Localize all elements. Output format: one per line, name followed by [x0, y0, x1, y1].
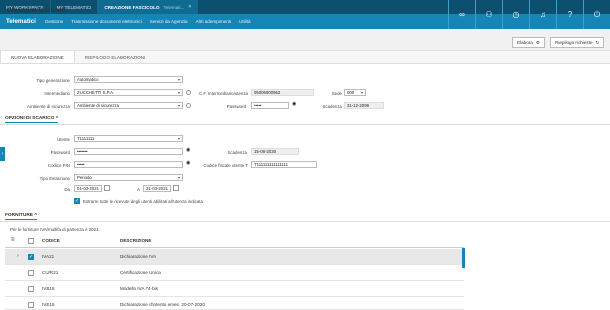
- history-icon[interactable]: ◷: [502, 0, 529, 29]
- utente-label: Utente: [57, 137, 70, 142]
- cf-intermediario-label: C.F. Intermediario/utenza: [198, 91, 248, 96]
- page-title: Creazione fascicolo: [7, 7, 66, 14]
- subtabs: NUOVA ELABORAZIONE RIEPILOGO ELABORAZION…: [0, 51, 610, 64]
- a-label: A: [137, 187, 140, 192]
- row-checkbox[interactable]: [28, 270, 34, 276]
- logout-icon[interactable]: ⏻: [583, 0, 610, 29]
- intermediario-label: Intermediario: [44, 91, 70, 96]
- ambiente-radio[interactable]: [186, 103, 191, 108]
- bell-icon[interactable]: ♫: [529, 0, 556, 29]
- row-checkbox[interactable]: [28, 302, 34, 308]
- tipo-estrazione-select[interactable]: Periodo ▾: [74, 174, 183, 181]
- header-icons: ∞ ⚇ ◷ ♫ ? ⏻: [448, 0, 610, 29]
- eye-icon[interactable]: ◉: [186, 160, 190, 166]
- ambiente-select[interactable]: Ambiente di sicurezza ▾: [74, 102, 183, 109]
- sede-label: Sede: [331, 91, 342, 96]
- chevron-down-icon: ▾: [360, 90, 363, 95]
- col-codice[interactable]: CODICE: [42, 238, 60, 243]
- refresh-icon: ↻: [595, 39, 600, 45]
- estrarre-checkbox[interactable]: ✓: [74, 198, 80, 204]
- password-label: Password: [226, 104, 246, 109]
- forniture-section-title[interactable]: FORNITURE ^: [5, 213, 38, 220]
- menu-icon[interactable]: ≡: [11, 237, 15, 243]
- link-icon[interactable]: ∞: [448, 0, 475, 29]
- ambiente-label: Ambiente di sicurezza: [27, 104, 70, 109]
- pin-field[interactable]: •••••: [74, 161, 183, 168]
- cf-intermediario-field: 05006900962: [251, 89, 314, 96]
- chevron-down-icon: ▾: [177, 103, 180, 108]
- pin-label: Codice PIN: [47, 163, 70, 168]
- tipo-estrazione-label: Tipo Estrazione: [39, 176, 70, 181]
- cf-utente-field[interactable]: T111111111111111: [251, 161, 317, 168]
- nav-trasmissione[interactable]: Trasmissione documenti elettronici: [67, 19, 146, 24]
- opz-password-field[interactable]: •••••••: [74, 148, 183, 155]
- chevron-down-icon: ▾: [177, 77, 180, 82]
- gear-icon: ⚙: [535, 39, 540, 45]
- close-icon[interactable]: ×: [188, 4, 191, 10]
- forniture-note: Per le forniture IVA/multifa di partenza…: [10, 227, 99, 232]
- app-brand: Telematici: [6, 18, 36, 25]
- table-header: ≡ CODICE DESCRIZIONE: [5, 233, 464, 248]
- row-checkbox[interactable]: [28, 286, 34, 292]
- help-icon[interactable]: ?: [556, 0, 583, 29]
- scadenza-label: Scadenza: [322, 104, 342, 109]
- scadenza-field: 31-12-2099: [344, 102, 384, 109]
- table-row[interactable]: IVE15 Dichiarazione d'intento emes. 20-0…: [5, 297, 464, 310]
- side-toggle-button[interactable]: ›: [0, 147, 5, 161]
- tab-creazione-fascicolo[interactable]: CREAZIONE FASCICOLO Telemati... ×: [98, 0, 199, 14]
- tab-nuova-elaborazione[interactable]: NUOVA ELABORAZIONE: [0, 51, 75, 63]
- elabora-button[interactable]: Elabora ⚙: [512, 37, 545, 48]
- tipo-generazione-label: Tipo generazione: [36, 78, 70, 83]
- utente-select[interactable]: T1111111 ▾: [74, 135, 183, 142]
- eye-icon[interactable]: ◉: [186, 147, 190, 153]
- tipo-generazione-select[interactable]: Automatico ▾: [74, 76, 183, 83]
- nav-utilita[interactable]: Utilità: [235, 19, 255, 24]
- da-label: Da: [64, 187, 70, 192]
- riepilogo-richieste-button[interactable]: Riepilogo richieste ↻: [550, 37, 605, 48]
- chevron-up-icon: ^: [34, 213, 38, 218]
- estrarre-label: Estrarre tutte le ricevute degli utenti …: [83, 199, 203, 204]
- a-date-field[interactable]: 31-03-2021: [143, 185, 171, 192]
- nav-gestione[interactable]: Gestione: [41, 19, 67, 24]
- table-row[interactable]: CU/R21 Certificazione Unica: [5, 265, 464, 281]
- opz-password-label: Password: [50, 150, 70, 155]
- tab-riepilogo-elaborazioni[interactable]: RIEPILOGO ELABORAZIONI: [75, 51, 156, 63]
- cf-utente-label: Codice fiscale utente T: [203, 163, 248, 168]
- nav-altri-adempimenti[interactable]: Altri adempimenti: [192, 19, 236, 24]
- table-row[interactable]: IVB18 Modello IVA 74-bis: [5, 281, 464, 297]
- opz-scadenza-label: Scadenza: [227, 150, 247, 155]
- nav-servizi-agenzia[interactable]: Servizi da Agenzia: [146, 19, 192, 24]
- chevron-down-icon: ▾: [177, 136, 180, 141]
- divider: [0, 221, 610, 222]
- password-field[interactable]: •••••: [251, 102, 289, 109]
- chevron-right-icon[interactable]: ›: [17, 253, 19, 259]
- da-date-field[interactable]: 01-03-2021: [74, 185, 102, 192]
- divider: [0, 124, 610, 125]
- table-scrollbar[interactable]: [462, 248, 465, 268]
- opzioni-section-title[interactable]: OPZIONI DI SCARICO ^: [5, 116, 59, 123]
- chevron-down-icon: ▾: [177, 175, 180, 180]
- sede-select[interactable]: 000 ▾: [344, 89, 366, 96]
- opz-scadenza-field: 15-08-2030: [251, 148, 299, 155]
- table-row[interactable]: › ✓ IVA21 Dichiarazione IVA: [5, 249, 464, 265]
- calendar-icon[interactable]: [173, 185, 179, 191]
- user-icon[interactable]: ⚇: [475, 0, 502, 29]
- row-checkbox[interactable]: ✓: [28, 254, 34, 260]
- chevron-down-icon: ▾: [177, 90, 180, 95]
- calendar-icon[interactable]: [104, 185, 110, 191]
- chevron-up-icon: ^: [55, 116, 59, 121]
- intermediario-select[interactable]: ZUCCHETTI S.P.A. ▾: [74, 89, 183, 96]
- eye-icon[interactable]: ◉: [292, 101, 296, 107]
- select-all-checkbox[interactable]: [28, 238, 34, 244]
- col-descrizione[interactable]: DESCRIZIONE: [120, 238, 151, 243]
